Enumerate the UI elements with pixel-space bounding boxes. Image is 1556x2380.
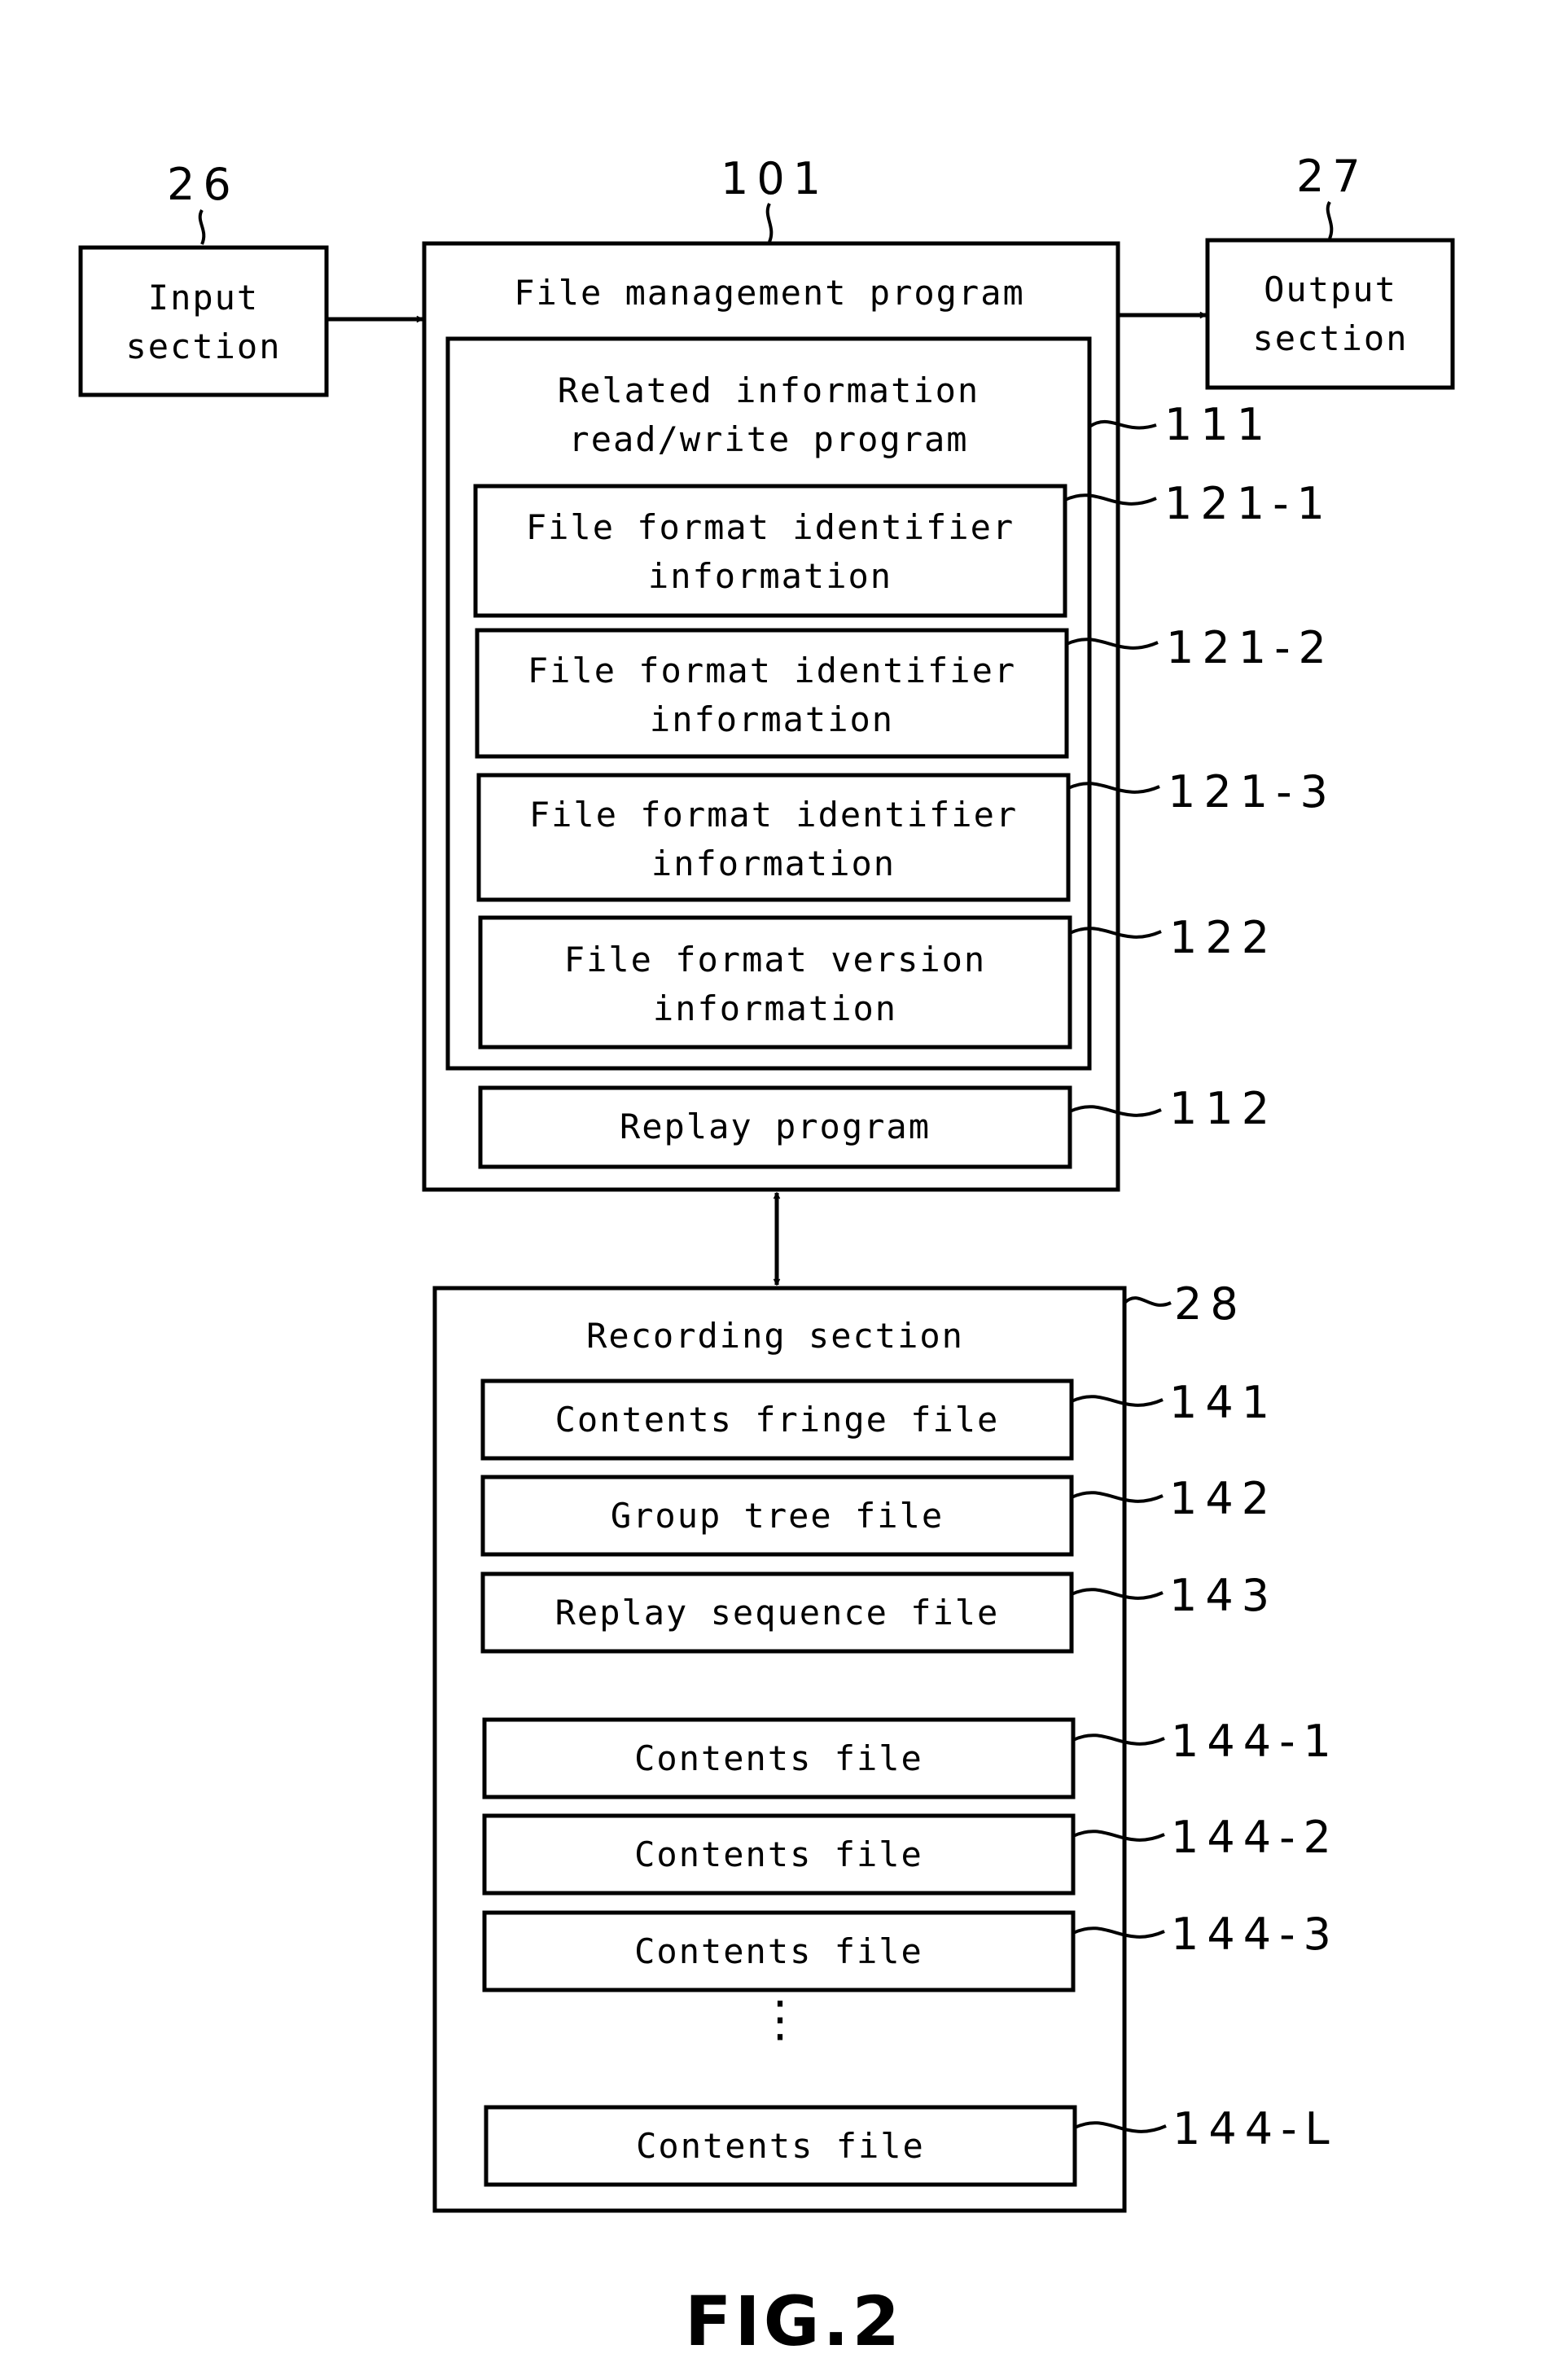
- related-info-line2: read/write program: [568, 419, 968, 459]
- ref-26: 26: [167, 159, 239, 210]
- ref-144-L: 144-L: [1172, 2103, 1338, 2154]
- recording-section-title: Recording section: [586, 1316, 964, 1356]
- file-item-144-L: Contents file 144-L: [484, 2103, 1338, 2187]
- recording-section: 28 Recording section Contents fringe fil…: [432, 1278, 1339, 2213]
- file-management-program: 101 File management program Related info…: [422, 153, 1336, 1192]
- ref-121-1: 121-1: [1164, 478, 1333, 529]
- ref-111: 111: [1164, 399, 1273, 450]
- file-item-141: Contents fringe file 141: [480, 1377, 1278, 1461]
- ref-28: 28: [1174, 1278, 1247, 1330]
- leader-27: [1326, 201, 1334, 239]
- ref-27: 27: [1296, 151, 1369, 202]
- ref-142: 142: [1169, 1473, 1278, 1524]
- file-label: Contents file: [636, 2126, 925, 2166]
- input-section-box: [78, 245, 329, 397]
- ref-144-3: 144-3: [1171, 1909, 1339, 1960]
- ref-143: 143: [1169, 1570, 1278, 1621]
- item-121-2-line2: information: [650, 699, 894, 739]
- item-121-3-line1: File format identifier: [529, 795, 1018, 835]
- input-section: 26 Input section: [78, 159, 329, 397]
- ref-112: 112: [1169, 1083, 1278, 1134]
- file-label: Contents file: [634, 1834, 923, 1874]
- ellipsis-dots: ⋮: [756, 1991, 804, 2048]
- ref-101: 101: [721, 153, 829, 204]
- replay-program-label: Replay program: [620, 1107, 931, 1146]
- item-121-3-line2: information: [651, 844, 896, 883]
- ref-144-2: 144-2: [1171, 1812, 1339, 1863]
- figure-label: FIG.2: [685, 2281, 903, 2361]
- leader-101: [765, 203, 774, 243]
- file-format-identifier-box-1: [473, 484, 1067, 618]
- output-section: 27 Output section: [1205, 151, 1455, 390]
- leader-26: [198, 209, 206, 245]
- file-item-144-1: Contents file 144-1: [482, 1716, 1339, 1799]
- ref-144-1: 144-1: [1171, 1716, 1339, 1767]
- item-122-line1: File format version: [564, 940, 986, 980]
- file-label: Contents fringe file: [555, 1400, 1000, 1440]
- leader-28: [1123, 1296, 1172, 1307]
- output-label-line2: section: [1252, 318, 1408, 358]
- file-label: Contents file: [634, 1738, 923, 1778]
- input-label-line2: section: [125, 327, 281, 366]
- item-121-1-line2: information: [648, 556, 892, 596]
- item-122-line2: information: [653, 988, 897, 1028]
- file-item-144-2: Contents file 144-2: [482, 1812, 1339, 1896]
- diagram-canvas: 26 Input section 101 File management pro…: [78, 151, 1455, 2361]
- file-label: Replay sequence file: [555, 1593, 1000, 1633]
- file-label: Contents file: [634, 1931, 923, 1971]
- file-item-142: Group tree file 142: [480, 1473, 1278, 1557]
- ref-122: 122: [1169, 912, 1278, 963]
- file-label: Group tree file: [611, 1496, 944, 1536]
- item-121-1-line1: File format identifier: [526, 507, 1015, 547]
- file-item-143: Replay sequence file 143: [480, 1570, 1278, 1654]
- ref-141: 141: [1169, 1377, 1278, 1428]
- file-item-144-3: Contents file 144-3: [482, 1909, 1339, 1992]
- file-management-title: File management program: [514, 273, 1025, 313]
- output-label-line1: Output: [1264, 270, 1397, 309]
- input-label-line1: Input: [148, 278, 259, 318]
- related-info-line1: Related information: [558, 370, 980, 410]
- ref-121-3: 121-3: [1168, 766, 1336, 817]
- item-121-2-line1: File format identifier: [528, 651, 1016, 690]
- output-section-box: [1205, 238, 1455, 390]
- ref-121-2: 121-2: [1166, 622, 1335, 673]
